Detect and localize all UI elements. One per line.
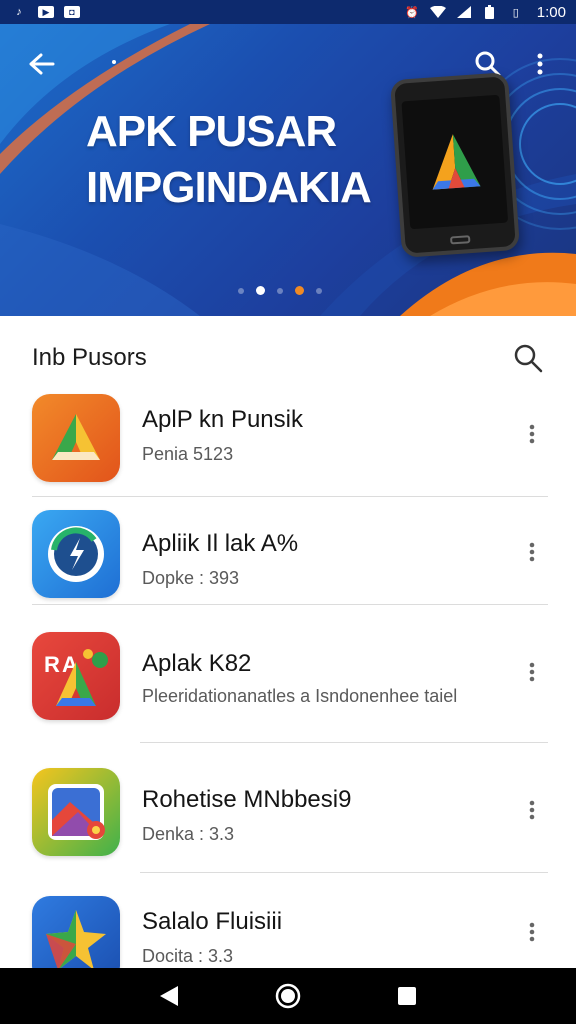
ra-triangle-icon: R A bbox=[32, 632, 120, 720]
section-title: Inb Pusors bbox=[32, 344, 147, 371]
triangle-logo-icon bbox=[32, 394, 120, 482]
app-name: AplP kn Punsik bbox=[142, 406, 303, 433]
more-vert-icon bbox=[537, 53, 543, 75]
app-subtitle: Dopke : 393 bbox=[142, 568, 240, 588]
system-nav-bar bbox=[0, 968, 576, 1024]
carousel-dot[interactable] bbox=[316, 287, 322, 294]
overflow-menu-button[interactable] bbox=[522, 46, 558, 82]
home-circle-icon bbox=[275, 983, 301, 1009]
app-name: Apliik Il lak A% bbox=[142, 530, 299, 557]
music-note-icon: ♪ bbox=[16, 6, 22, 18]
list-item[interactable]: Rohetise MNbbesi9 Denka : 3.3 bbox=[0, 744, 576, 874]
app-list: AplP kn Punsik Penia 5123 Apliik Il lak … bbox=[0, 388, 576, 984]
more-vert-icon bbox=[529, 662, 535, 682]
screen-rotate-icon: ▯ bbox=[512, 6, 519, 19]
nav-recents-button[interactable] bbox=[387, 976, 427, 1016]
battery-icon bbox=[481, 5, 499, 19]
app-name: Rohetise MNbbesi9 bbox=[142, 786, 352, 813]
gallery-icon bbox=[32, 768, 120, 856]
nav-back-button[interactable] bbox=[149, 976, 189, 1016]
banner-title-line2: IMPGINDAKIA bbox=[86, 163, 372, 212]
hero-banner[interactable]: APK PUSAR IMPGINDAKIA bbox=[0, 24, 576, 316]
app-name: Aplak K82 bbox=[142, 650, 252, 677]
carousel-dot[interactable] bbox=[277, 287, 283, 294]
signal-icon bbox=[455, 5, 473, 19]
list-header: Inb Pusors bbox=[0, 316, 576, 398]
app-subtitle: Denka : 3.3 bbox=[142, 824, 235, 844]
list-item[interactable]: R A Aplak K82 Pleeridationanatles a Isnd… bbox=[0, 606, 576, 744]
app-name: Salalo Fluisiii bbox=[142, 908, 283, 935]
carousel-indicator bbox=[238, 286, 322, 295]
carousel-dot[interactable] bbox=[238, 287, 244, 294]
divider bbox=[140, 872, 548, 873]
phone-illustration bbox=[389, 72, 521, 258]
status-time: 1:00 bbox=[536, 3, 566, 21]
app-subtitle: Penia 5123 bbox=[142, 444, 234, 464]
more-vert-icon bbox=[529, 922, 535, 942]
recents-square-icon bbox=[397, 987, 416, 1005]
notification-icon: ▶ bbox=[38, 6, 54, 18]
more-vert-icon bbox=[529, 542, 535, 562]
list-search-button[interactable] bbox=[510, 340, 546, 376]
more-vert-icon bbox=[529, 424, 535, 444]
banner-title-line1: APK PUSAR bbox=[86, 107, 337, 156]
triangle-logo-icon bbox=[432, 134, 481, 190]
divider bbox=[32, 496, 548, 497]
more-vert-icon bbox=[529, 800, 535, 820]
search-icon bbox=[514, 344, 543, 373]
carousel-dot[interactable] bbox=[295, 286, 304, 295]
app-more-button[interactable] bbox=[520, 914, 544, 950]
divider bbox=[140, 742, 548, 743]
app-more-button[interactable] bbox=[520, 534, 544, 570]
app-more-button[interactable] bbox=[520, 792, 544, 828]
banner-title: APK PUSAR IMPGINDAKIA bbox=[86, 104, 372, 216]
lightning-circle-icon bbox=[32, 510, 120, 598]
list-item[interactable]: AplP kn Punsik Penia 5123 bbox=[0, 388, 576, 498]
list-item[interactable]: Salalo Fluisiii Docita : 3.3 bbox=[0, 874, 576, 984]
back-triangle-icon bbox=[160, 986, 179, 1006]
divider bbox=[32, 604, 548, 605]
list-item[interactable]: Apliik Il lak A% Dopke : 393 bbox=[0, 498, 576, 606]
status-bar: ♪ ▶ ◘ ⏰ ▯ 1:00 bbox=[0, 0, 576, 24]
alarm-icon: ⏰ bbox=[404, 6, 419, 19]
svg-text:R: R bbox=[44, 652, 60, 677]
wifi-icon bbox=[429, 5, 447, 19]
app-subtitle: Docita : 3.3 bbox=[142, 946, 234, 966]
app-subtitle: Pleeridationanatles a Isndonenhee taiel bbox=[142, 686, 458, 706]
back-arrow-icon bbox=[29, 53, 55, 75]
app-more-button[interactable] bbox=[520, 416, 544, 452]
back-button[interactable] bbox=[24, 46, 60, 82]
nav-home-button[interactable] bbox=[268, 976, 308, 1016]
screen-icon: ◘ bbox=[64, 6, 80, 18]
app-more-button[interactable] bbox=[520, 654, 544, 690]
carousel-dot-active[interactable] bbox=[256, 286, 265, 295]
